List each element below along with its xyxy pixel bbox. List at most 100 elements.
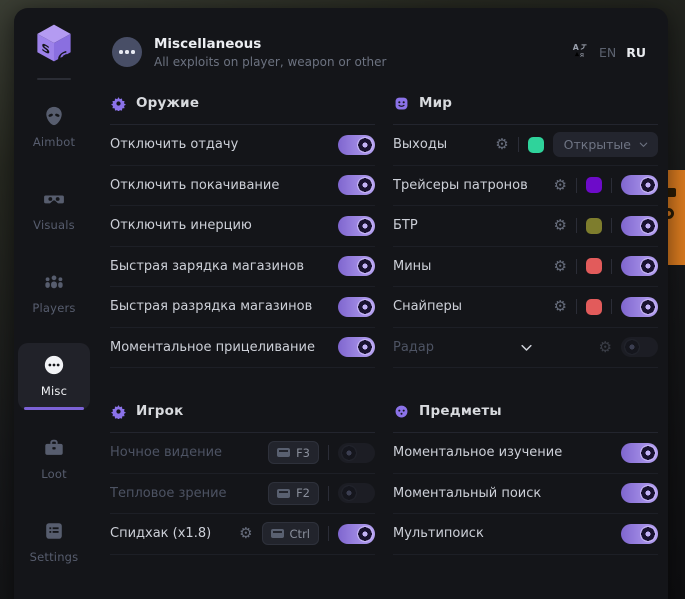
briefcase-icon	[43, 437, 65, 459]
toggle-switch[interactable]	[338, 297, 375, 317]
sidebar-item-players[interactable]: Players	[18, 260, 90, 327]
sidebar-item-visuals[interactable]: Visuals	[18, 177, 90, 244]
sidebar-item-label: Visuals	[33, 218, 75, 232]
feature-row: Быстрая зарядка магазинов	[110, 247, 375, 288]
players-icon	[42, 270, 66, 294]
toggle-switch[interactable]	[621, 256, 658, 276]
control-separator	[328, 486, 329, 501]
toggle-switch[interactable]	[621, 337, 658, 357]
goggles-icon	[43, 188, 65, 210]
lang-ru-button[interactable]: RU	[626, 45, 646, 60]
sidebar-item-aimbot[interactable]: Aimbot	[18, 94, 90, 161]
feature-label: Выходы	[393, 137, 447, 152]
feature-label: Спидхак (x1.8)	[110, 526, 211, 541]
sidebar-item-loot[interactable]: Loot	[18, 426, 90, 493]
sidebar-divider	[37, 78, 71, 80]
color-swatch[interactable]	[586, 299, 602, 315]
control-separator	[328, 445, 329, 460]
section-title: Мир	[419, 95, 452, 111]
hotkey-badge[interactable]: Ctrl	[262, 522, 319, 545]
toggle-knob	[640, 218, 656, 234]
dropdown-select[interactable]: Открытые	[553, 132, 658, 157]
toggle-switch[interactable]	[621, 443, 658, 463]
players-icon	[43, 271, 65, 293]
toggle-knob	[357, 299, 373, 315]
feature-label: Моментальное изучение	[393, 445, 562, 460]
keyboard-icon	[277, 489, 290, 498]
sidebar-item-label: Misc	[41, 384, 67, 398]
toggle-switch[interactable]	[338, 337, 375, 357]
feature-label: Моментальный поиск	[393, 486, 541, 501]
feature-row: Отключить инерцию	[110, 206, 375, 247]
dropdown-value: Открытые	[564, 137, 631, 152]
gear-icon[interactable]: ⚙	[554, 178, 567, 193]
toggle-switch[interactable]	[338, 175, 375, 195]
list-icon	[43, 520, 65, 542]
page-title: Miscellaneous	[154, 36, 560, 52]
toggle-switch[interactable]	[621, 524, 658, 544]
section-Предметы: Предметы Моментальное изучение Моменталь…	[393, 398, 658, 555]
expand-chevron[interactable]	[519, 340, 534, 355]
color-swatch[interactable]	[528, 137, 544, 153]
toggle-knob	[357, 258, 373, 274]
misc-header-icon	[112, 37, 142, 67]
feature-label: Радар	[393, 340, 434, 355]
items-icon	[394, 404, 409, 419]
toggle-knob	[640, 177, 656, 193]
gear-icon[interactable]: ⚙	[554, 299, 567, 314]
toggle-switch[interactable]	[338, 256, 375, 276]
sidebar-item-misc[interactable]: Misc	[18, 343, 90, 410]
toggle-knob	[640, 526, 656, 542]
gear-icon[interactable]: ⚙	[239, 526, 252, 541]
toggle-switch[interactable]	[338, 524, 375, 544]
control-separator	[611, 178, 612, 193]
translate-icon: Aя	[572, 42, 589, 59]
toggle-switch[interactable]	[338, 443, 375, 463]
page-subtitle: All exploits on player, weapon or other	[154, 55, 560, 69]
toggle-switch[interactable]	[338, 483, 375, 503]
toggle-switch[interactable]	[621, 297, 658, 317]
toggle-knob	[640, 485, 656, 501]
feature-row: Радар ⚙	[393, 328, 658, 369]
hotkey-badge[interactable]: F3	[268, 441, 319, 464]
gear-icon[interactable]: ⚙	[554, 218, 567, 233]
control-separator	[611, 218, 612, 233]
sidebar-item-label: Players	[32, 301, 75, 315]
control-separator	[576, 299, 577, 314]
toggle-switch[interactable]	[621, 175, 658, 195]
control-separator	[518, 137, 519, 152]
feature-row: БТР ⚙	[393, 206, 658, 247]
gear-icon[interactable]: ⚙	[599, 340, 612, 355]
sidebar-nav: Aimbot Visuals Players Misc Loot Setting…	[18, 94, 90, 576]
color-swatch[interactable]	[586, 258, 602, 274]
color-swatch[interactable]	[586, 218, 602, 234]
gear-icon[interactable]: ⚙	[554, 259, 567, 274]
feature-label: БТР	[393, 218, 418, 233]
control-separator	[576, 178, 577, 193]
feature-label: Снайперы	[393, 299, 462, 314]
toggle-switch[interactable]	[621, 483, 658, 503]
column-right: Мир Выходы ⚙Открытые Трейсеры патронов ⚙…	[393, 90, 658, 585]
feature-label: Тепловое зрение	[110, 486, 227, 501]
toggle-knob	[357, 339, 373, 355]
sidebar-item-settings[interactable]: Settings	[18, 509, 90, 576]
feature-row: Мультипоиск	[393, 514, 658, 555]
section-title: Оружие	[136, 95, 199, 111]
toggle-knob	[341, 445, 357, 461]
gear-icon[interactable]: ⚙	[495, 137, 508, 152]
toggle-switch[interactable]	[338, 216, 375, 236]
hotkey-badge[interactable]: F2	[268, 482, 319, 505]
lang-en-button[interactable]: EN	[599, 45, 616, 60]
toggle-knob	[357, 526, 373, 542]
app-window: S G Aimbot Visuals Players Misc Loot Set…	[14, 8, 668, 599]
goggles-icon	[42, 187, 66, 211]
toggle-knob	[640, 299, 656, 315]
hotkey-label: F2	[296, 486, 310, 500]
toggle-knob	[624, 339, 640, 355]
feature-row: Ночное видение F3	[110, 433, 375, 474]
toggle-knob	[640, 258, 656, 274]
color-swatch[interactable]	[586, 177, 602, 193]
toggle-switch[interactable]	[621, 216, 658, 236]
toggle-switch[interactable]	[338, 135, 375, 155]
section-title: Предметы	[419, 403, 502, 419]
